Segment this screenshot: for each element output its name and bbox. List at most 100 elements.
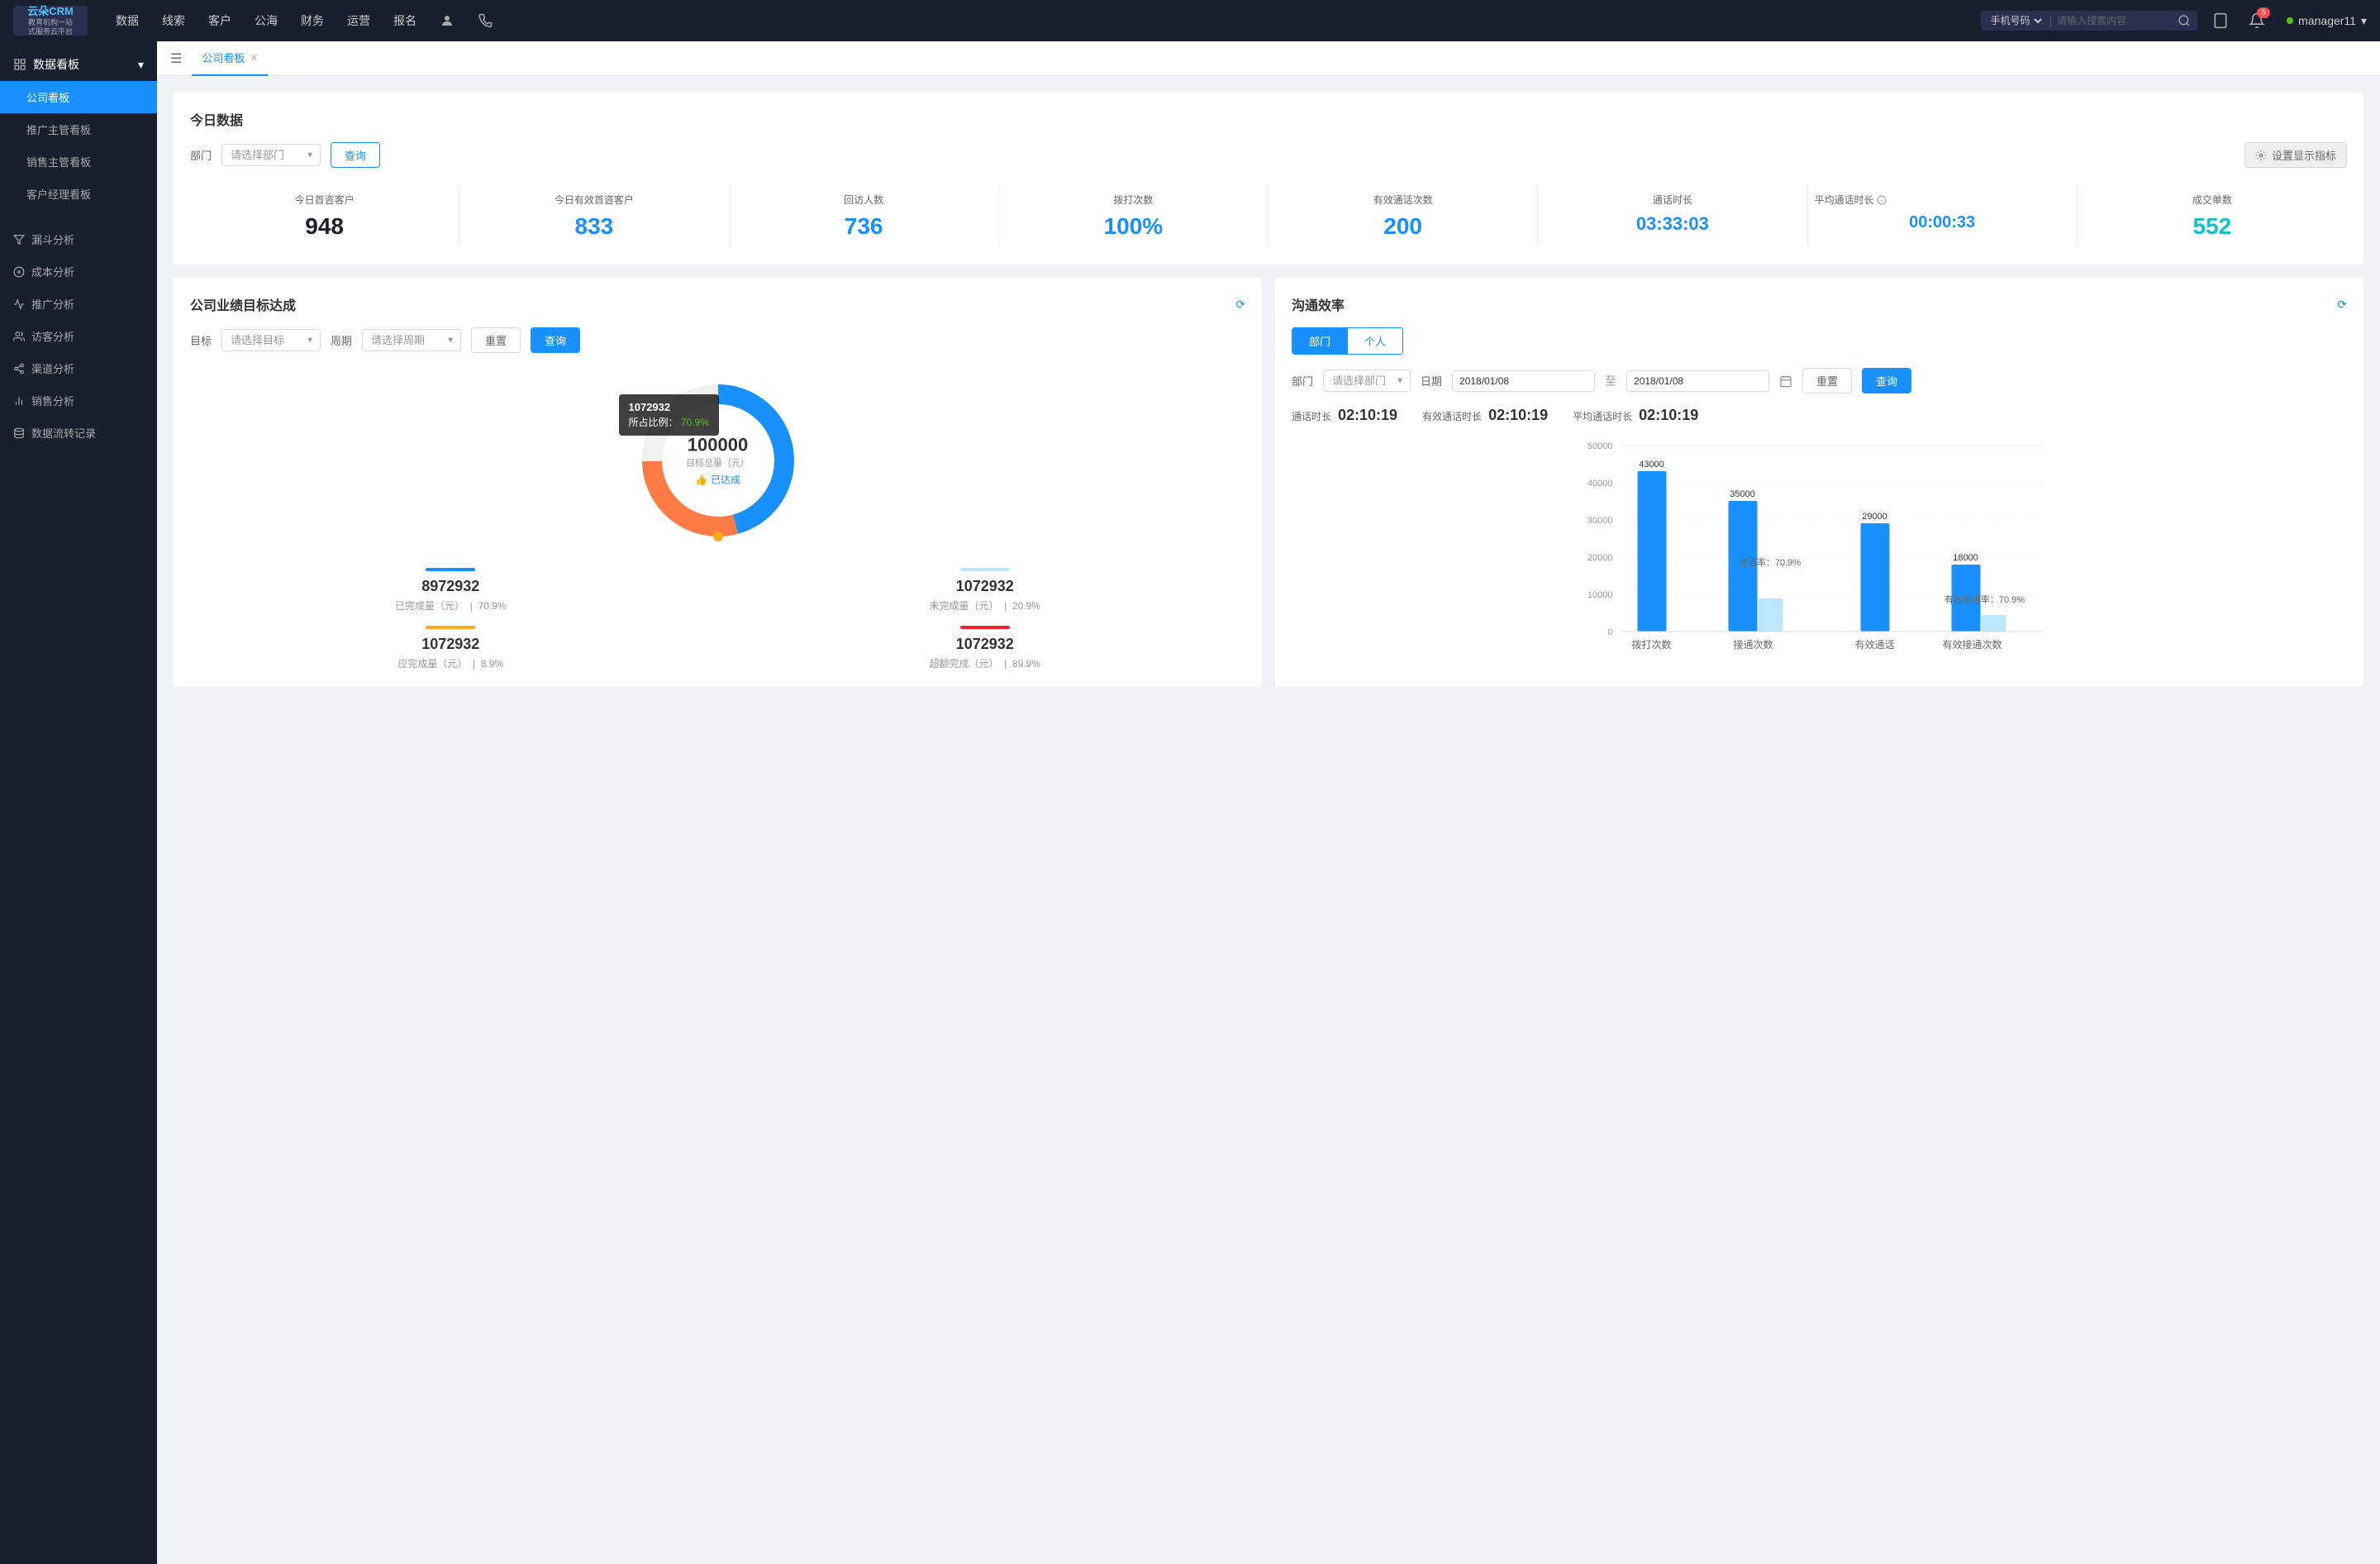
- sidebar-item-sales-mgr[interactable]: 销售主管看板: [0, 145, 157, 178]
- stat-dial: 拨打次数 100%: [999, 184, 1269, 248]
- channel-icon: [13, 363, 25, 374]
- goal-label: 目标: [190, 332, 212, 348]
- dept-select-wrapper: 请选择部门: [221, 144, 321, 166]
- search-icon[interactable]: [2178, 14, 2191, 27]
- donut-tooltip: 1072932 所占比例： 70.9%: [619, 394, 719, 436]
- username: manager11: [2298, 14, 2356, 27]
- svg-text:35000: 35000: [1730, 489, 1755, 499]
- sidebar-section-analysis: 漏斗分析 成本分析 推广分析 访客分析 渠道分析 销售分析: [0, 217, 157, 455]
- goal-card-header: 公司业绩目标达成 ⟳: [190, 294, 1245, 314]
- nav-phone-icon[interactable]: [466, 0, 504, 41]
- comm-dept-label: 部门: [1292, 373, 1313, 389]
- svg-text:50000: 50000: [1587, 441, 1613, 451]
- sidebar-item-channel[interactable]: 渠道分析: [0, 352, 157, 384]
- comm-tab-dept[interactable]: 部门: [1292, 327, 1348, 355]
- goal-reset-btn[interactable]: 重置: [471, 327, 521, 353]
- svg-text:有效接通次数: 有效接通次数: [1942, 638, 2002, 651]
- tab-label: 公司看板: [202, 50, 245, 65]
- comm-card-title: 沟通效率: [1292, 294, 1345, 314]
- visitor-icon: [13, 331, 25, 342]
- calendar-icon[interactable]: [1779, 374, 1792, 388]
- sidebar-item-sales[interactable]: 销售分析: [0, 384, 157, 417]
- goal-select-wrapper: 请选择目标: [221, 329, 321, 351]
- nav-customer[interactable]: 客户: [197, 0, 243, 41]
- stat-incomplete: 1072932 未完成量（元） | 20.9%: [725, 568, 1246, 613]
- sidebar-item-promo[interactable]: 推广分析: [0, 288, 157, 320]
- bar-chart-svg: 50000 40000 30000 20000 10000 0 43000 拨打…: [1292, 437, 2347, 669]
- comm-reset-btn[interactable]: 重置: [1802, 368, 1852, 393]
- goal-select[interactable]: 请选择目标: [221, 329, 321, 351]
- main-content: ☰ 公司看板 ✕ 今日数据 部门 请选择部门: [157, 41, 2380, 1564]
- nav-finance[interactable]: 财务: [289, 0, 336, 41]
- sidebar-section-header[interactable]: 数据看板 ▾: [0, 48, 157, 81]
- period-select-wrapper: 请选择周期: [362, 329, 461, 351]
- period-label: 周期: [331, 332, 352, 348]
- search-select[interactable]: 手机号码: [1987, 14, 2044, 27]
- stat-valid-client: 今日有效首咨客户 833: [459, 184, 729, 248]
- setting-btn[interactable]: 设置显示指标: [2244, 142, 2347, 168]
- period-select[interactable]: 请选择周期: [362, 329, 461, 351]
- comm-query-btn[interactable]: 查询: [1862, 368, 1911, 393]
- comm-tab-personal[interactable]: 个人: [1348, 327, 1403, 355]
- goal-query-btn[interactable]: 查询: [531, 327, 580, 353]
- dept-select[interactable]: 请选择部门: [221, 144, 321, 166]
- svg-text:0: 0: [1607, 627, 1612, 637]
- goal-refresh-icon[interactable]: ⟳: [1235, 298, 1245, 312]
- incomplete-bar: [960, 568, 1010, 571]
- search-box[interactable]: 手机号码 |: [1981, 11, 2198, 31]
- notification-badge: 5: [2257, 7, 2270, 18]
- sidebar-item-promo-mgr[interactable]: 推广主管看板: [0, 113, 157, 145]
- sidebar: 数据看板 ▾ 公司看板 推广主管看板 销售主管看板 客户经理看板 漏斗分析 成本…: [0, 41, 157, 1564]
- exceeded-bar: [960, 626, 1010, 629]
- nav-leads[interactable]: 线索: [150, 0, 197, 41]
- completed-bar: [426, 568, 475, 571]
- tablet-icon[interactable]: [2207, 7, 2234, 34]
- today-data-card: 今日数据 部门 请选择部门 查询 设置显示指标: [174, 93, 2363, 265]
- nav-search: 手机号码 | 5 manager11 ▾: [1981, 7, 2367, 34]
- stat-should-complete: 1072932 应完成量（元） | 8.9%: [190, 626, 712, 670]
- sidebar-item-cost[interactable]: 成本分析: [0, 255, 157, 288]
- comm-date-start[interactable]: [1452, 370, 1595, 392]
- svg-text:29000: 29000: [1862, 512, 1887, 522]
- comm-refresh-icon[interactable]: ⟳: [2337, 298, 2347, 312]
- sidebar-item-data-flow[interactable]: 数据流转记录: [0, 417, 157, 449]
- tab-company-board[interactable]: 公司看板 ✕: [192, 41, 268, 76]
- sidebar-item-company[interactable]: 公司看板: [0, 81, 157, 113]
- today-query-btn[interactable]: 查询: [331, 142, 380, 168]
- dept-label: 部门: [190, 147, 212, 163]
- svg-text:40000: 40000: [1587, 479, 1613, 489]
- promo-icon: [13, 298, 25, 310]
- goal-filter-row: 目标 请选择目标 周期 请选择周期 重置: [190, 327, 1245, 353]
- comm-dept-select-wrapper: 请选择部门: [1323, 370, 1411, 392]
- nav-ops[interactable]: 运营: [336, 0, 382, 41]
- donut-center: 100000 目标总量（元） 👍 已达成: [686, 435, 750, 487]
- today-filter-row: 部门 请选择部门 查询 设置显示指标: [190, 142, 2347, 168]
- nav-pool[interactable]: 公海: [243, 0, 289, 41]
- svg-text:拨打次数: 拨打次数: [1631, 638, 1671, 651]
- sidebar-item-funnel[interactable]: 漏斗分析: [0, 223, 157, 255]
- nav-person-icon[interactable]: [428, 0, 466, 41]
- sidebar-item-client-mgr[interactable]: 客户经理看板: [0, 178, 157, 210]
- donut-achieved: 👍 已达成: [686, 473, 750, 487]
- stat-new-client: 今日首咨客户 948: [190, 184, 459, 248]
- nav-data[interactable]: 数据: [104, 0, 150, 41]
- top-nav: 云朵CRM 教育机构一站 式服务云平台 数据 线索 客户 公海 财务 运营 报名…: [0, 0, 2380, 41]
- user-info[interactable]: manager11 ▾: [2287, 14, 2367, 28]
- comm-date-end[interactable]: [1626, 370, 1769, 392]
- sidebar-item-visitor[interactable]: 访客分析: [0, 320, 157, 352]
- tab-close[interactable]: ✕: [250, 52, 258, 64]
- comm-tabs: 部门 个人: [1292, 327, 2347, 355]
- menu-toggle[interactable]: ☰: [170, 50, 182, 67]
- setting-btn-label: 设置显示指标: [2272, 147, 2336, 163]
- sidebar-section-dashboard: 数据看板 ▾ 公司看板 推广主管看板 销售主管看板 客户经理看板: [0, 41, 157, 217]
- goal-bottom-stats: 8972932 已完成量（元） | 70.9% 1072932 未完: [190, 568, 1245, 670]
- notification-icon[interactable]: 5: [2244, 7, 2270, 34]
- stat-deals: 成交单数 552: [2078, 184, 2347, 248]
- logo: 云朵CRM 教育机构一站 式服务云平台: [13, 6, 88, 36]
- comm-dept-select[interactable]: 请选择部门: [1323, 370, 1411, 392]
- nav-items: 数据 线索 客户 公海 财务 运营 报名: [104, 0, 1981, 41]
- search-input[interactable]: [2057, 15, 2173, 26]
- nav-signup[interactable]: 报名: [382, 0, 428, 41]
- page-content: 今日数据 部门 请选择部门 查询 设置显示指标: [157, 76, 2380, 703]
- svg-text:18000: 18000: [1953, 553, 1978, 563]
